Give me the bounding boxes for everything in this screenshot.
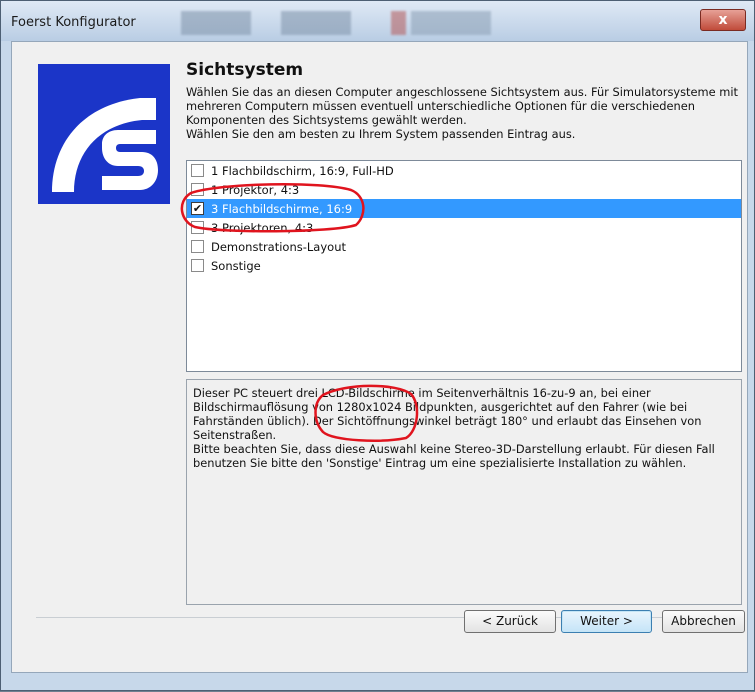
list-item-label: 1 Projektor, 4:3	[211, 182, 300, 197]
configurator-window: Foerst Konfigurator x Sichtsystem Wählen…	[0, 0, 755, 691]
details-text: Dieser PC steuert drei LCD-Bildschirme i…	[193, 386, 702, 442]
option-details: Dieser PC steuert drei LCD-Bildschirme i…	[186, 379, 742, 605]
list-item-label: 3 Projektoren, 4:3	[211, 220, 314, 235]
display-system-list[interactable]: 1 Flachbildschirm, 16:9, Full-HD 1 Projek…	[186, 160, 742, 372]
back-button[interactable]: < Zurück	[464, 610, 556, 633]
close-button[interactable]: x	[700, 9, 746, 31]
list-item-label: Sonstige	[211, 258, 261, 273]
page-description: Wählen Sie das an diesen Computer angesc…	[186, 85, 742, 141]
next-button[interactable]: Weiter >	[561, 610, 652, 633]
details-note: Bitte beachten Sie, dass diese Auswahl k…	[193, 442, 715, 470]
checkbox[interactable]	[191, 259, 204, 272]
list-item[interactable]: 1 Flachbildschirm, 16:9, Full-HD	[187, 161, 741, 180]
title-bar[interactable]: Foerst Konfigurator x	[1, 1, 754, 41]
description-text: Wählen Sie das an diesen Computer angesc…	[186, 85, 738, 127]
description-instruction: Wählen Sie den am besten zu Ihrem System…	[186, 127, 576, 141]
list-item[interactable]: 1 Projektor, 4:3	[187, 180, 741, 199]
wizard-content: Sichtsystem Wählen Sie das an diesen Com…	[11, 41, 748, 673]
list-item-label: Demonstrations-Layout	[211, 239, 346, 254]
cancel-button[interactable]: Abbrechen	[662, 610, 745, 633]
list-item[interactable]: 3 Projektoren, 4:3	[187, 218, 741, 237]
list-item[interactable]: ✔ 3 Flachbildschirme, 16:9	[187, 199, 741, 218]
list-item-label: 1 Flachbildschirm, 16:9, Full-HD	[211, 163, 394, 178]
window-title: Foerst Konfigurator	[11, 15, 136, 30]
page-title: Sichtsystem	[186, 60, 304, 80]
checkbox[interactable]	[191, 183, 204, 196]
blurred-background	[161, 11, 591, 35]
checkbox[interactable]	[191, 164, 204, 177]
checkbox[interactable]	[191, 221, 204, 234]
checked-checkbox[interactable]: ✔	[191, 202, 204, 215]
list-item[interactable]: Sonstige	[187, 256, 741, 275]
foerst-logo	[38, 64, 170, 204]
check-icon: ✔	[192, 202, 203, 215]
list-item[interactable]: Demonstrations-Layout	[187, 237, 741, 256]
list-item-label: 3 Flachbildschirme, 16:9	[211, 201, 353, 216]
close-icon: x	[718, 12, 728, 28]
checkbox[interactable]	[191, 240, 204, 253]
